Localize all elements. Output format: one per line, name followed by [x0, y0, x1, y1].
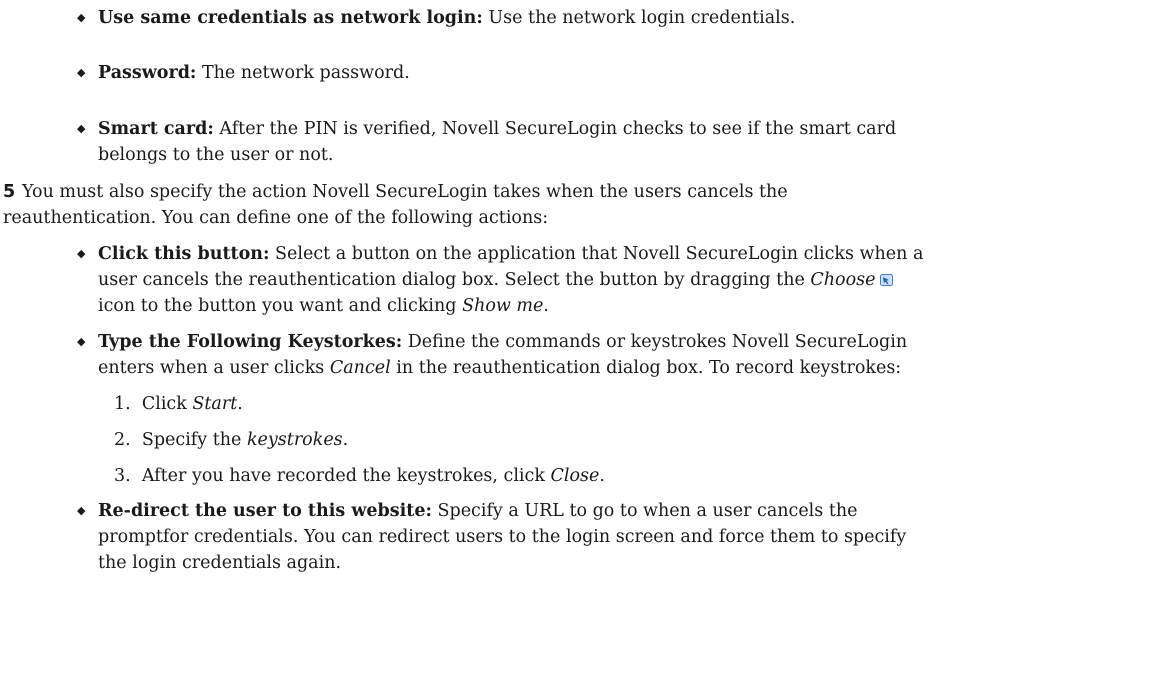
- substep-text: Click: [141, 394, 193, 414]
- period: .: [543, 296, 549, 316]
- substep-number: 1.: [114, 394, 131, 414]
- step-5-line2: reauthentication. You can define one of …: [3, 208, 549, 228]
- action-redirect-line2: promptfor credentials. You can redirect …: [98, 527, 907, 547]
- substep-number: 3.: [114, 466, 131, 486]
- bullet-marker: ◆: [77, 122, 86, 135]
- action-text: Define the commands or keystrokes Novell…: [402, 332, 908, 352]
- step-5-line1: You must also specify the action Novell …: [22, 182, 788, 202]
- action-text: icon to the button you want and clicking: [98, 296, 463, 316]
- bullet-marker: ◆: [77, 247, 86, 260]
- period: .: [342, 430, 349, 450]
- action-text: enters when a user clicks: [98, 358, 330, 378]
- bullet-text: Use the network login credentials.: [482, 8, 796, 28]
- bullet-smart-card: Smart card: After the PIN is verified, N…: [98, 118, 896, 140]
- document-page: ◆ Use same credentials as network login:…: [0, 0, 1173, 681]
- substep-number: 2.: [114, 430, 131, 450]
- substep-italic: keystrokes: [246, 430, 343, 450]
- action-text: Specify a URL to go to when a user cance…: [431, 501, 858, 521]
- action-click-button-line3: icon to the button you want and clicking…: [98, 295, 549, 317]
- substep-text: Specify the: [141, 430, 247, 450]
- bullet-text: After the PIN is verified, Novell Secure…: [213, 119, 897, 139]
- action-term: Re-direct the user to this website:: [98, 501, 432, 521]
- substep-italic: Start: [192, 394, 238, 414]
- action-term: Type the Following Keystorkes:: [98, 332, 403, 352]
- action-text: user cancels the reauthentication dialog…: [98, 270, 811, 290]
- bullet-term: Password:: [98, 63, 197, 83]
- period: .: [599, 466, 605, 486]
- choose-label: Choose: [810, 270, 876, 290]
- action-redirect-line3: the login credentials again.: [98, 553, 342, 573]
- bullet-marker: ◆: [77, 335, 86, 348]
- show-me-label: Show me: [462, 296, 544, 316]
- step-number: 5: [3, 182, 16, 202]
- bullet-marker: ◆: [77, 504, 86, 517]
- substep-3: 3. After you have recorded the keystroke…: [114, 465, 605, 487]
- substep-text: After you have recorded the keystrokes, …: [141, 466, 551, 486]
- bullet-marker: ◆: [77, 11, 86, 24]
- substep-1: 1. Click Start.: [114, 393, 243, 415]
- action-keystrokes-line2: enters when a user clicks Cancel in the …: [98, 357, 901, 379]
- bullet-term: Smart card:: [98, 119, 214, 139]
- action-term: Click this button:: [98, 244, 270, 264]
- action-click-button: Click this button: Select a button on th…: [98, 243, 923, 265]
- cancel-label: Cancel: [329, 358, 391, 378]
- action-click-button-line2: user cancels the reauthentication dialog…: [98, 269, 895, 291]
- bullet-password: Password: The network password.: [98, 62, 410, 84]
- bullet-network-login: Use same credentials as network login: U…: [98, 7, 795, 29]
- period: .: [237, 394, 243, 414]
- choose-cursor-icon: [880, 270, 894, 286]
- action-redirect: Re-direct the user to this website: Spec…: [98, 500, 857, 522]
- bullet-smart-card-cont: belongs to the user or not.: [98, 145, 334, 165]
- bullet-marker: ◆: [77, 66, 86, 79]
- action-text: in the reauthentication dialog box. To r…: [390, 358, 902, 378]
- action-text: Select a button on the application that …: [269, 244, 924, 264]
- substep-italic: Close: [550, 466, 600, 486]
- substep-2: 2. Specify the keystrokes.: [114, 429, 348, 451]
- bullet-text: The network password.: [196, 63, 410, 83]
- bullet-term: Use same credentials as network login:: [98, 8, 483, 28]
- action-keystrokes: Type the Following Keystorkes: Define th…: [98, 331, 907, 353]
